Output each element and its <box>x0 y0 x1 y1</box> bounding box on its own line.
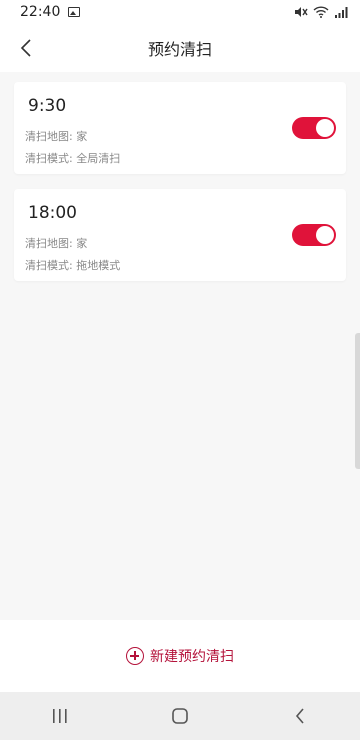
schedule-time: 18:00 <box>28 203 77 223</box>
chevron-left-icon[interactable] <box>14 36 38 60</box>
recent-apps-icon[interactable] <box>40 696 80 736</box>
system-nav-bar <box>0 692 360 740</box>
image-icon <box>68 7 81 17</box>
schedule-map: 清扫地图: 家 <box>25 130 88 143</box>
schedule-time: 9:30 <box>28 96 67 116</box>
status-icons <box>294 6 348 18</box>
schedule-card[interactable]: 9:30 清扫地图: 家 清扫模式: 全局清扫 <box>14 82 346 174</box>
edge-panel-handle[interactable] <box>355 333 360 469</box>
add-schedule-button[interactable]: 新建预约清扫 <box>126 646 234 666</box>
status-bar: 22:40 <box>0 0 360 24</box>
plus-circle-icon <box>126 647 144 665</box>
signal-icon <box>334 6 348 18</box>
page-title: 预约清扫 <box>147 40 212 59</box>
home-icon[interactable] <box>160 696 200 736</box>
back-icon[interactable] <box>280 696 320 736</box>
schedule-mode: 清扫模式: 拖地模式 <box>25 259 121 272</box>
schedule-toggle[interactable] <box>292 224 336 246</box>
wifi-icon <box>313 6 329 18</box>
schedule-mode: 清扫模式: 全局清扫 <box>25 152 121 165</box>
schedule-card[interactable]: 18:00 清扫地图: 家 清扫模式: 拖地模式 <box>14 189 346 281</box>
schedule-toggle[interactable] <box>292 117 336 139</box>
mute-icon <box>294 6 308 18</box>
status-time: 22:40 <box>20 4 61 20</box>
add-schedule-label: 新建预约清扫 <box>150 649 234 665</box>
toggle-knob <box>316 226 334 244</box>
schedule-map: 清扫地图: 家 <box>25 237 88 250</box>
header: 预约清扫 <box>0 24 360 72</box>
toggle-knob <box>316 119 334 137</box>
schedule-list: 9:30 清扫地图: 家 清扫模式: 全局清扫 18:00 清扫地图: 家 清扫… <box>0 72 360 620</box>
bottom-action-bar: 新建预约清扫 <box>0 620 360 692</box>
